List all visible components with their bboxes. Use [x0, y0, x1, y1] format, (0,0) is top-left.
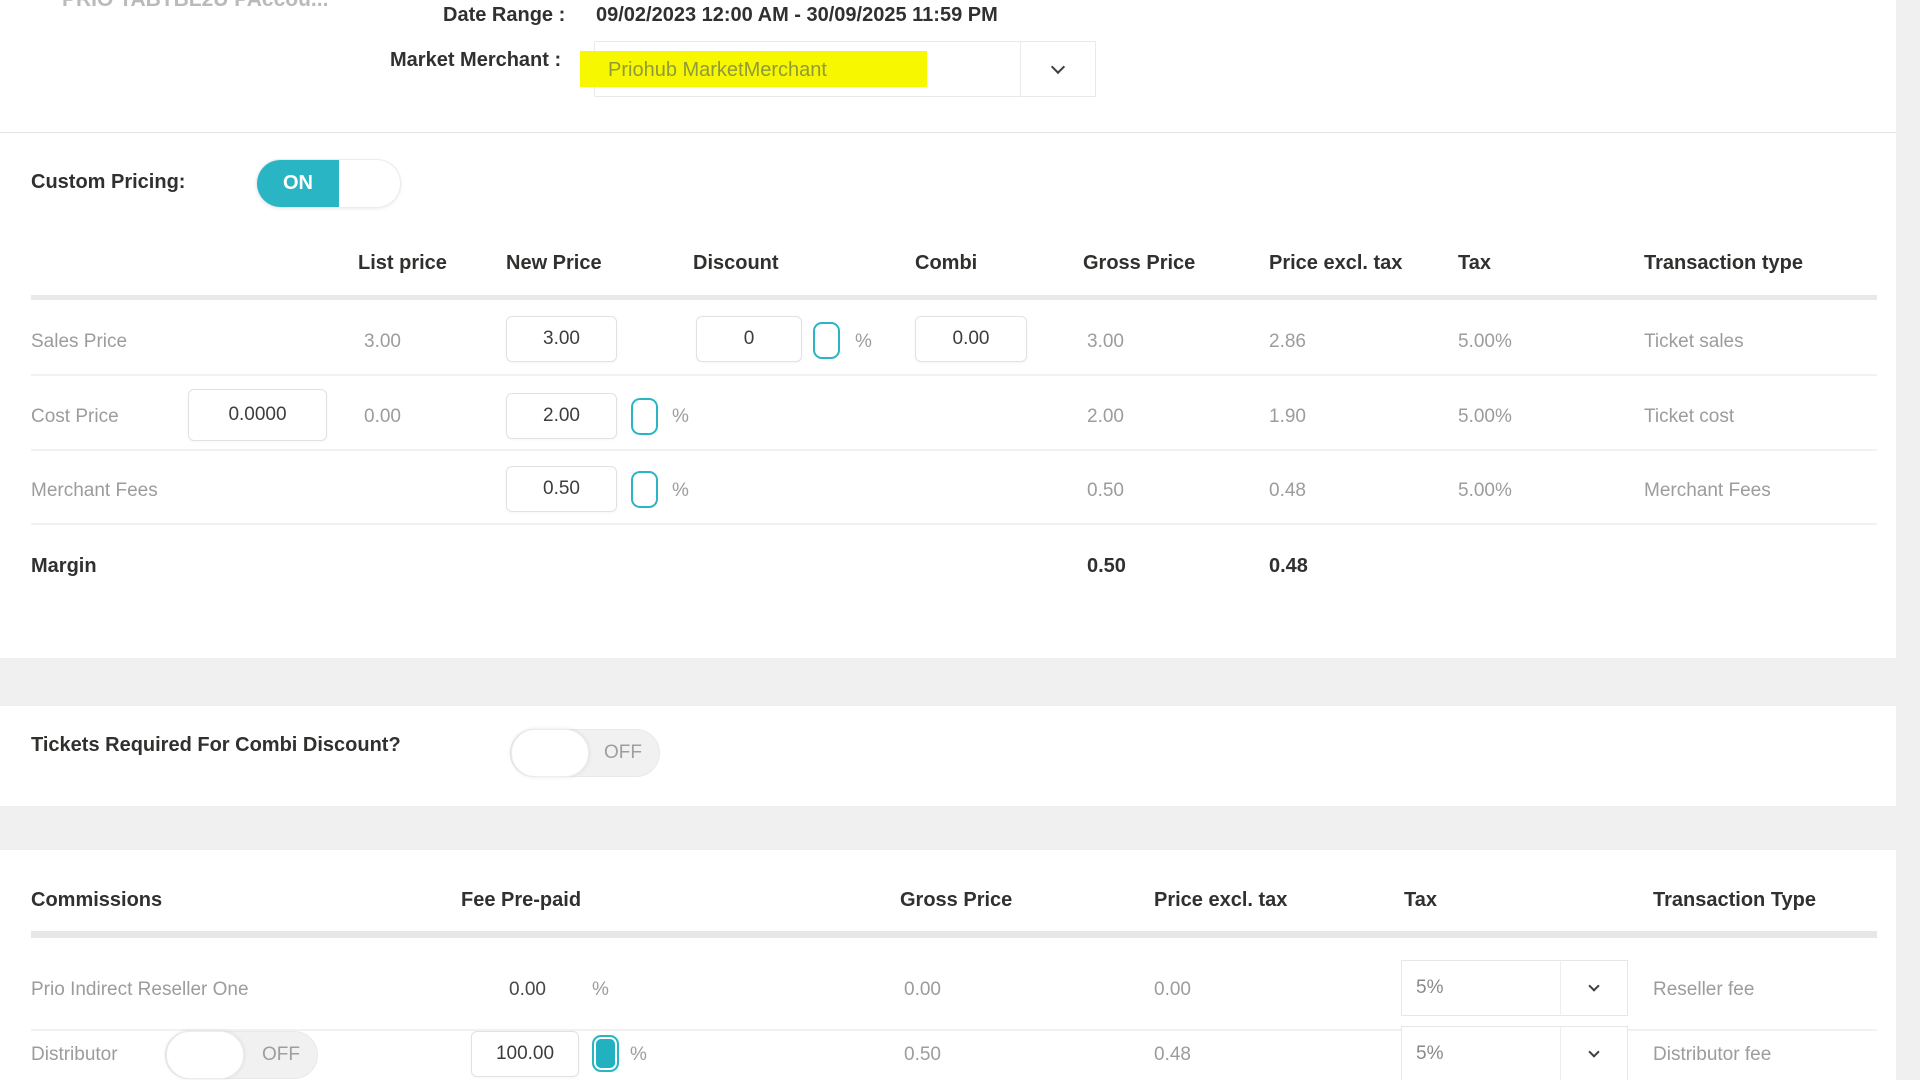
cost-new-price-input[interactable] — [506, 393, 617, 439]
reseller-fee: 0.00 — [509, 975, 546, 1005]
reseller-row-label: Prio Indirect Reseller One — [31, 975, 249, 1005]
distributor-fee-input[interactable] — [471, 1031, 579, 1077]
market-merchant-value[interactable]: Priohub MarketMerchant — [608, 54, 827, 86]
pricing-configuration-page: PRIO TABTBL2U PAccou... Date Range : 09/… — [0, 0, 1920, 1080]
distributor-tax-select[interactable]: 5% — [1401, 1026, 1628, 1080]
row-divider — [31, 374, 1877, 376]
tax-select-chevron-button[interactable] — [1560, 960, 1628, 1016]
cost-percent-checkbox[interactable] — [631, 398, 658, 435]
col-header-transaction-type: Transaction type — [1644, 248, 1803, 278]
cost-percent-label: % — [672, 402, 689, 432]
merchant-fees-percent-label: % — [672, 476, 689, 506]
margin-gross-price: 0.50 — [1087, 551, 1126, 581]
merchant-fees-gross-price: 0.50 — [1087, 476, 1124, 506]
market-merchant-label: Market Merchant : — [390, 46, 561, 74]
tax-select-value: 5% — [1401, 960, 1561, 1016]
sales-percent-label: % — [855, 327, 872, 357]
custom-pricing-label: Custom Pricing: — [31, 167, 185, 197]
toggle-off-label: OFF — [245, 1032, 317, 1078]
margin-price-excl-tax: 0.48 — [1269, 551, 1308, 581]
tax-select-value: 5% — [1401, 1026, 1561, 1080]
table-header-divider — [31, 295, 1877, 300]
sales-gross-price: 3.00 — [1087, 327, 1124, 357]
toggle-on-segment: ON — [257, 160, 339, 207]
row-divider — [31, 449, 1877, 451]
commissions-tax-header: Tax — [1404, 885, 1437, 915]
sales-discount-percent-checkbox[interactable] — [813, 322, 840, 359]
cost-price-input[interactable] — [188, 389, 327, 441]
sales-price-row-label: Sales Price — [31, 327, 127, 357]
distributor-percent-checkbox[interactable] — [592, 1035, 619, 1072]
commissions-gross-price-header: Gross Price — [900, 885, 1012, 915]
fee-prepaid-header: Fee Pre-paid — [461, 885, 581, 915]
col-header-tax: Tax — [1458, 248, 1491, 278]
col-header-gross-price: Gross Price — [1083, 248, 1195, 278]
cost-transaction-type: Ticket cost — [1644, 402, 1734, 432]
col-header-price-excl-tax: Price excl. tax — [1269, 248, 1402, 278]
merchant-fees-percent-checkbox[interactable] — [631, 471, 658, 508]
reseller-tax-select[interactable]: 5% — [1401, 960, 1628, 1016]
commissions-header-divider — [31, 931, 1877, 938]
cost-tax: 5.00% — [1458, 402, 1512, 432]
distributor-percent-label: % — [630, 1040, 647, 1070]
chevron-down-icon — [1588, 980, 1599, 991]
margin-row-label: Margin — [31, 551, 97, 581]
market-merchant-dropdown-button[interactable] — [1020, 41, 1096, 97]
merchant-fees-price-excl-tax: 0.48 — [1269, 476, 1306, 506]
col-header-discount: Discount — [693, 248, 779, 278]
reseller-price-excl-tax: 0.00 — [1154, 975, 1191, 1005]
tickets-combi-toggle[interactable]: OFF — [510, 729, 660, 777]
distributor-transaction-type: Distributor fee — [1653, 1040, 1771, 1070]
sales-transaction-type: Ticket sales — [1644, 327, 1744, 357]
merchant-fees-tax: 5.00% — [1458, 476, 1512, 506]
cost-price-row-label: Cost Price — [31, 402, 119, 432]
merchant-fees-transaction-type: Merchant Fees — [1644, 476, 1771, 506]
cost-price-excl-tax: 1.90 — [1269, 402, 1306, 432]
sales-new-price-input[interactable] — [506, 316, 617, 362]
sales-price-excl-tax: 2.86 — [1269, 327, 1306, 357]
sales-tax: 5.00% — [1458, 327, 1512, 357]
header-divider — [0, 132, 1896, 133]
sales-list-price: 3.00 — [364, 327, 401, 357]
chevron-down-icon — [1588, 1046, 1599, 1057]
col-header-list-price: List price — [358, 248, 447, 278]
commissions-price-excl-tax-header: Price excl. tax — [1154, 885, 1287, 915]
reseller-gross-price: 0.00 — [904, 975, 941, 1005]
toggle-off-label: OFF — [587, 730, 659, 776]
sales-combi-input[interactable] — [915, 316, 1027, 362]
toggle-knob — [166, 1031, 244, 1079]
cost-gross-price: 2.00 — [1087, 402, 1124, 432]
chevron-down-icon — [1051, 59, 1065, 73]
tickets-combi-label: Tickets Required For Combi Discount? — [31, 730, 401, 760]
custom-pricing-toggle[interactable]: ON — [256, 159, 401, 208]
merchant-fees-row-label: Merchant Fees — [31, 476, 158, 506]
toggle-knob — [511, 729, 589, 777]
date-range-label: Date Range : — [443, 1, 565, 29]
date-range-value: 09/02/2023 12:00 AM - 30/09/2025 11:59 P… — [596, 1, 998, 29]
col-header-new-price: New Price — [506, 248, 602, 278]
distributor-price-excl-tax: 0.48 — [1154, 1040, 1191, 1070]
commissions-header: Commissions — [31, 885, 162, 915]
cost-list-price: 0.00 — [364, 402, 401, 432]
distributor-row-label: Distributor — [31, 1040, 118, 1070]
sales-discount-input[interactable] — [696, 316, 802, 362]
reseller-transaction-type: Reseller fee — [1653, 975, 1754, 1005]
row-divider — [31, 523, 1877, 525]
distributor-toggle[interactable]: OFF — [165, 1031, 318, 1079]
commissions-transaction-type-header: Transaction Type — [1653, 885, 1816, 915]
col-header-combi: Combi — [915, 248, 977, 278]
reseller-percent-label: % — [592, 975, 609, 1005]
clipped-page-title: PRIO TABTBL2U PAccou... — [62, 0, 328, 15]
distributor-gross-price: 0.50 — [904, 1040, 941, 1070]
tax-select-chevron-button[interactable] — [1560, 1026, 1628, 1080]
merchant-fees-input[interactable] — [506, 466, 617, 512]
